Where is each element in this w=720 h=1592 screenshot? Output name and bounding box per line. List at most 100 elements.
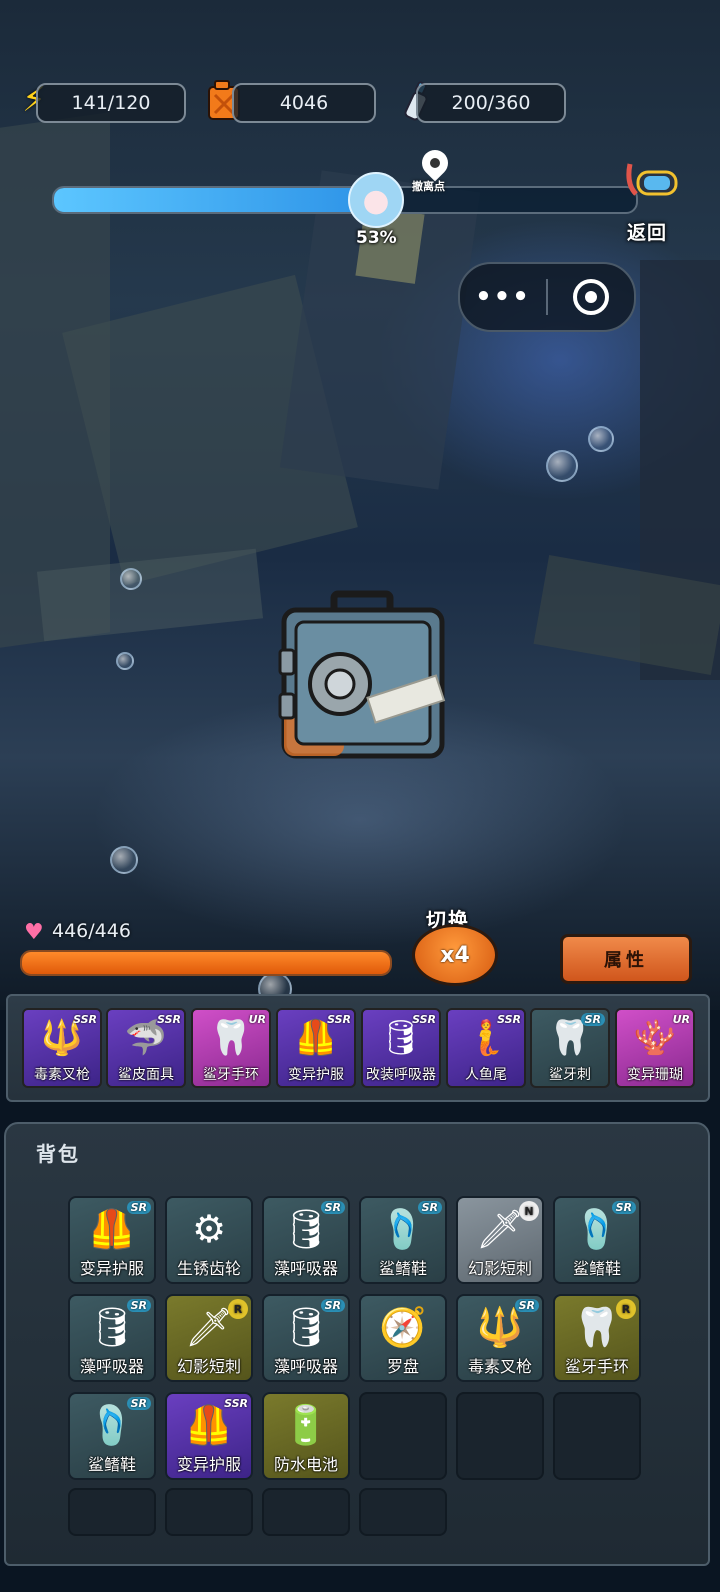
rarity-badge: N bbox=[519, 1201, 539, 1221]
equipped-slot[interactable]: 🦺 SSR 变异护服 bbox=[276, 1008, 356, 1088]
hp-bar bbox=[20, 950, 392, 976]
energy-value: 141/120 bbox=[71, 92, 151, 114]
rarity-badge: SR bbox=[126, 1299, 151, 1312]
backpack-slot[interactable]: 🔱 SR 毒素叉枪 bbox=[456, 1294, 544, 1382]
item-name: 变异护服 bbox=[176, 1455, 241, 1474]
rarity-badge: SR bbox=[126, 1397, 151, 1410]
backpack-slot[interactable]: 🛢 SR 藻呼吸器 bbox=[68, 1294, 156, 1382]
backpack-slot[interactable]: 🛢 SR 藻呼吸器 bbox=[262, 1294, 350, 1382]
rarity-badge: SR bbox=[417, 1201, 442, 1214]
equipped-slot[interactable]: 🦈 SSR 鲨皮面具 bbox=[106, 1008, 186, 1088]
equipped-slot[interactable]: 🪸 UR 变异珊瑚 bbox=[615, 1008, 695, 1088]
equipped-slot[interactable]: 🔱 SSR 毒素叉枪 bbox=[22, 1008, 102, 1088]
rarity-badge: SR bbox=[611, 1201, 636, 1214]
backpack-slot[interactable]: 🩴 SR 鲨鳍鞋 bbox=[68, 1392, 156, 1480]
item-name: 藻呼吸器 bbox=[79, 1357, 144, 1376]
item-name: 鲨鳍鞋 bbox=[87, 1455, 136, 1474]
item-name: 藻呼吸器 bbox=[273, 1357, 338, 1376]
bubble bbox=[116, 652, 134, 670]
rarity-badge: SR bbox=[514, 1299, 539, 1312]
backpack-slot[interactable]: 🗡 N 幻影短刺 bbox=[456, 1196, 544, 1284]
backpack-slot[interactable]: 🗡 R 幻影短刺 bbox=[165, 1294, 253, 1382]
rarity-badge: UR bbox=[248, 1013, 266, 1026]
backpack-slot[interactable]: 🧭 罗盘 bbox=[359, 1294, 447, 1382]
empty-slot[interactable] bbox=[456, 1392, 544, 1480]
empty-slot[interactable] bbox=[165, 1488, 253, 1536]
item-name: 毒素叉枪 bbox=[34, 1067, 90, 1083]
equipped-slot[interactable]: 🦷 SR 鲨牙刺 bbox=[530, 1008, 610, 1088]
diving-mask-icon[interactable] bbox=[624, 160, 680, 204]
item-name: 变异护服 bbox=[79, 1259, 144, 1278]
rarity-badge: SSR bbox=[327, 1013, 351, 1026]
rarity-badge: R bbox=[228, 1299, 248, 1319]
bubble bbox=[588, 426, 614, 452]
equipped-slot[interactable]: 🧜 SSR 人鱼尾 bbox=[446, 1008, 526, 1088]
rarity-badge: SR bbox=[126, 1201, 151, 1214]
item-name: 鲨牙手环 bbox=[564, 1357, 629, 1376]
item-name: 鲨牙刺 bbox=[549, 1067, 591, 1083]
backpack-slot[interactable]: 🔋 防水电池 bbox=[262, 1392, 350, 1480]
locked-safe[interactable] bbox=[278, 590, 448, 760]
hp-value: 446/446 bbox=[52, 920, 131, 942]
empty-slot[interactable] bbox=[359, 1488, 447, 1536]
item-name: 毒素叉枪 bbox=[467, 1357, 532, 1376]
oxygen-value: 200/360 bbox=[451, 92, 531, 114]
item-name: 鲨鳍鞋 bbox=[572, 1259, 621, 1278]
item-name: 改装呼吸器 bbox=[366, 1067, 436, 1083]
empty-slot[interactable] bbox=[68, 1488, 156, 1536]
oxygen-counter[interactable]: 200/360 bbox=[416, 83, 566, 123]
battery-icon: 🔋 bbox=[282, 1402, 330, 1447]
backpack-slot[interactable]: ⚙ 生锈齿轮 bbox=[165, 1196, 253, 1284]
more-options-icon[interactable]: ••• bbox=[460, 282, 546, 312]
item-name: 鲨鳍鞋 bbox=[378, 1259, 427, 1278]
backpack-slot[interactable]: 🩴 SR 鲨鳍鞋 bbox=[553, 1196, 641, 1284]
empty-slot[interactable] bbox=[359, 1392, 447, 1480]
bubble bbox=[120, 568, 142, 590]
backpack-slot[interactable]: 🩴 SR 鲨鳍鞋 bbox=[359, 1196, 447, 1284]
fuel-value: 4046 bbox=[279, 92, 329, 114]
evac-point-label: 撤离点 bbox=[412, 180, 445, 193]
speed-switch-button[interactable]: x4 bbox=[412, 924, 498, 986]
dive-progress-percent: 53% bbox=[356, 228, 397, 248]
item-name: 藻呼吸器 bbox=[273, 1259, 338, 1278]
rarity-badge: SSR bbox=[73, 1013, 97, 1026]
bubble bbox=[110, 846, 138, 874]
backpack-slot[interactable]: 🛢 SR 藻呼吸器 bbox=[262, 1196, 350, 1284]
item-name: 幻影短刺 bbox=[176, 1357, 241, 1376]
rarity-badge: SR bbox=[580, 1013, 605, 1026]
item-name: 幻影短刺 bbox=[467, 1259, 532, 1278]
fuel-counter[interactable]: 4046 bbox=[232, 83, 376, 123]
backpack-slot[interactable]: 🦷 R 鲨牙手环 bbox=[553, 1294, 641, 1382]
item-name: 鲨皮面具 bbox=[118, 1067, 174, 1083]
item-name: 鲨牙手环 bbox=[203, 1067, 259, 1083]
return-button[interactable]: 返回 bbox=[627, 218, 667, 245]
dive-progress-fill bbox=[54, 188, 363, 212]
backpack-slot[interactable]: 🦺 SSR 变异护服 bbox=[165, 1392, 253, 1480]
backpack-slot[interactable]: 🦺 SR 变异护服 bbox=[68, 1196, 156, 1284]
player-avatar bbox=[348, 172, 404, 228]
hp-bar-fill bbox=[22, 952, 390, 974]
bubble bbox=[546, 450, 578, 482]
empty-slot[interactable] bbox=[553, 1392, 641, 1480]
item-name: 罗盘 bbox=[386, 1357, 419, 1376]
gear-icon: ⚙ bbox=[191, 1207, 227, 1251]
item-name: 变异护服 bbox=[288, 1067, 344, 1083]
rarity-badge: SSR bbox=[497, 1013, 521, 1026]
attributes-button[interactable]: 属性 bbox=[560, 934, 692, 984]
item-name: 生锈齿轮 bbox=[176, 1259, 241, 1278]
item-name: 人鱼尾 bbox=[465, 1067, 507, 1083]
rarity-badge: SR bbox=[320, 1201, 345, 1214]
heart-icon: ♥ bbox=[24, 920, 44, 945]
backpack-title: 背包 bbox=[36, 1142, 80, 1166]
rarity-badge: UR bbox=[672, 1013, 690, 1026]
rarity-badge: R bbox=[616, 1299, 636, 1319]
equipped-slot[interactable]: 🦷 UR 鲨牙手环 bbox=[191, 1008, 271, 1088]
menu-capsule: ••• bbox=[458, 262, 636, 332]
dive-progress-bar bbox=[52, 186, 638, 214]
rarity-badge: SSR bbox=[157, 1013, 181, 1026]
equipped-slot[interactable]: 🛢 SSR 改装呼吸器 bbox=[361, 1008, 441, 1088]
compass-icon: 🧭 bbox=[379, 1304, 427, 1349]
close-target-icon[interactable] bbox=[548, 279, 634, 315]
empty-slot[interactable] bbox=[262, 1488, 350, 1536]
energy-counter[interactable]: 141/120 bbox=[36, 83, 186, 123]
